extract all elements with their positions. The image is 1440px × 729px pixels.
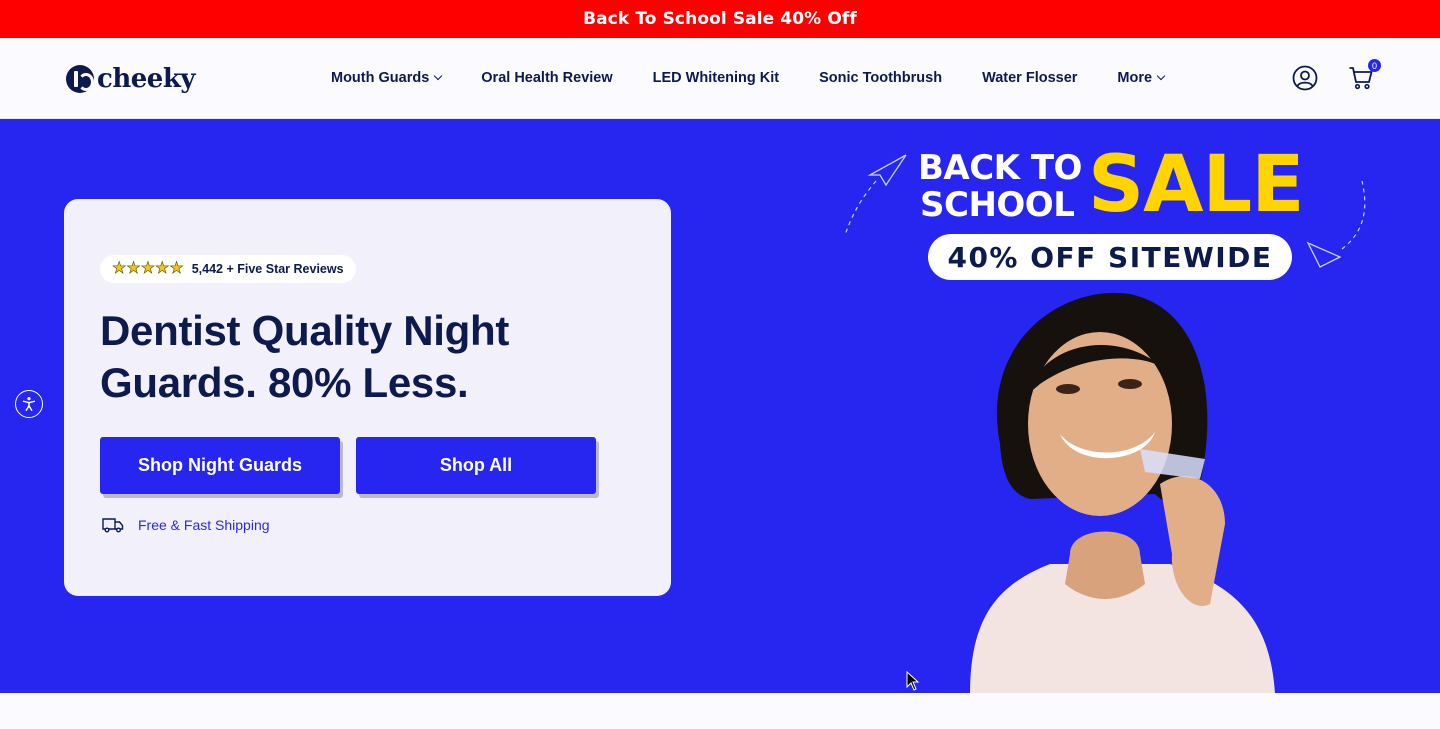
shop-all-button[interactable]: Shop All <box>356 437 596 494</box>
chevron-down-icon <box>1156 71 1166 81</box>
cart-count-badge: 0 <box>1368 59 1381 72</box>
cart-button[interactable]: 0 <box>1348 59 1381 91</box>
nav-item-label: More <box>1117 70 1153 86</box>
nav-item-oral-health-review[interactable]: Oral Health Review <box>481 70 612 86</box>
hero-headline: Dentist Quality Night Guards. 80% Less. <box>100 307 510 406</box>
reviews-count-text: 5,442 + Five Star Reviews <box>191 262 344 276</box>
promo-sale-text: SALE <box>1088 140 1305 230</box>
nav-item-label: Oral Health Review <box>481 70 613 86</box>
nav-item-water-flosser[interactable]: Water Flosser <box>982 70 1077 86</box>
star-icon: ★ <box>155 260 170 277</box>
nav-item-more[interactable]: More <box>1117 70 1166 86</box>
star-icon: ★ <box>126 260 141 277</box>
nav-item-label: Water Flosser <box>982 70 1078 86</box>
hero-card: ★ ★ ★ ★ ★ 5,442 + Five Star Reviews Dent… <box>64 199 671 596</box>
nav-item-sonic-toothbrush[interactable]: Sonic Toothbrush <box>819 70 942 86</box>
star-icon: ★ <box>112 260 127 277</box>
star-icon: ★ <box>169 260 184 277</box>
nav-item-label: Sonic Toothbrush <box>819 70 943 86</box>
shop-night-guards-button[interactable]: Shop Night Guards <box>100 437 340 494</box>
main-nav: Mouth Guards Oral Health Review LED Whit… <box>331 70 1204 86</box>
nav-item-led-whitening-kit[interactable]: LED Whitening Kit <box>653 70 779 86</box>
chevron-down-icon <box>434 71 443 81</box>
announcement-text: Back To School Sale 40% Off <box>583 9 857 29</box>
star-icon: ★ <box>140 260 156 277</box>
nav-item-label: LED Whitening Kit <box>652 70 780 86</box>
logo[interactable]: cheeky <box>66 64 195 94</box>
shipping-text: Free & Fast Shipping <box>138 517 270 533</box>
account-circle-icon[interactable] <box>1292 65 1318 91</box>
promo-discount-pill: 40% OFF SITEWIDE <box>928 234 1292 280</box>
shipping-info: Free & Fast Shipping <box>102 517 270 533</box>
promo-discount-text: 40% OFF SITEWIDE <box>947 240 1273 274</box>
logo-mark-icon <box>66 65 94 93</box>
sale-promo-graphic: BACK TO SCHOOL SALE 40% OFF SITEWIDE <box>840 145 1380 295</box>
reviews-badge[interactable]: ★ ★ ★ ★ ★ 5,442 + Five Star Reviews <box>100 255 356 283</box>
hero-banner: ★ ★ ★ ★ ★ 5,442 + Five Star Reviews Dent… <box>0 119 1440 693</box>
header-icons: 0 <box>1292 59 1381 91</box>
mouse-cursor-icon <box>906 671 920 691</box>
nav-item-label: Mouth Guards <box>331 70 430 86</box>
model-photo <box>970 292 1275 693</box>
nav-item-mouth-guards[interactable]: Mouth Guards <box>331 70 443 86</box>
truck-icon <box>102 518 124 533</box>
accessibility-button[interactable] <box>15 390 43 418</box>
promo-line-1: BACK TO <box>918 148 1082 188</box>
announcement-bar: Back To School Sale 40% Off <box>0 0 1440 38</box>
accessibility-icon <box>22 396 36 412</box>
promo-line-2: SCHOOL <box>920 185 1075 225</box>
logo-text: cheeky <box>97 64 195 94</box>
star-rating: ★ ★ ★ ★ ★ <box>112 260 184 277</box>
site-header: cheeky Mouth Guards Oral Health Review L… <box>0 38 1440 119</box>
